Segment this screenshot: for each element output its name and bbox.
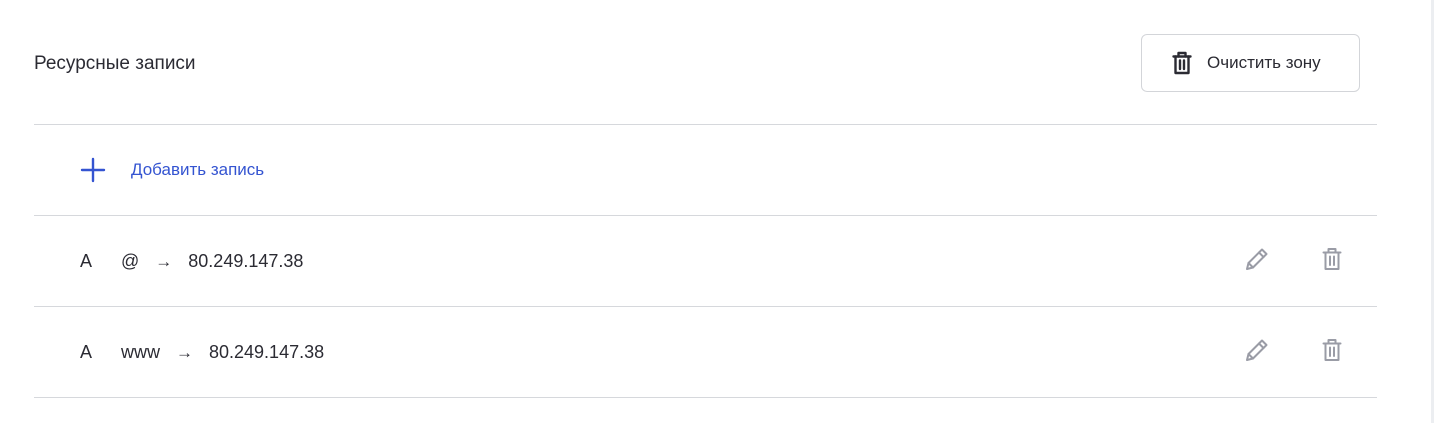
trash-icon — [1171, 50, 1193, 76]
record-type: A — [80, 342, 93, 362]
add-record-row: Добавить запись — [34, 125, 1377, 216]
trash-icon — [1322, 338, 1342, 367]
trash-icon — [1322, 247, 1342, 276]
add-record-button[interactable]: Добавить запись — [80, 157, 264, 183]
record-row: A @ → 80.249.147.38 — [34, 216, 1377, 307]
arrow-right-icon: → — [176, 342, 193, 362]
delete-record-button[interactable] — [1318, 338, 1346, 366]
record-host: @ — [121, 251, 140, 271]
clear-zone-label: Очистить зону — [1207, 53, 1321, 72]
edit-record-button[interactable] — [1243, 338, 1271, 366]
delete-record-button[interactable] — [1318, 247, 1346, 275]
edit-record-button[interactable] — [1243, 247, 1271, 275]
record-body: @ → 80.249.147.38 — [121, 251, 303, 272]
section-title: Ресурсные записи — [34, 53, 196, 74]
add-record-label: Добавить запись — [131, 160, 265, 179]
record-value: 80.249.147.38 — [209, 342, 325, 362]
clear-zone-button[interactable]: Очистить зону — [1141, 34, 1360, 92]
panel-header: Ресурсные записи Очистить зону — [34, 0, 1377, 125]
plus-icon — [80, 157, 106, 183]
record-host: www — [121, 342, 160, 362]
pencil-icon — [1244, 246, 1270, 277]
record-value: 80.249.147.38 — [188, 251, 304, 271]
arrow-right-icon: → — [155, 251, 173, 271]
record-type: A — [80, 251, 93, 271]
record-body: www → 80.249.147.38 — [121, 342, 324, 363]
resource-records-panel: Ресурсные записи Очистить зону Добавить … — [34, 0, 1377, 423]
record-row: A www → 80.249.147.38 — [34, 307, 1377, 398]
pencil-icon — [1244, 337, 1270, 368]
